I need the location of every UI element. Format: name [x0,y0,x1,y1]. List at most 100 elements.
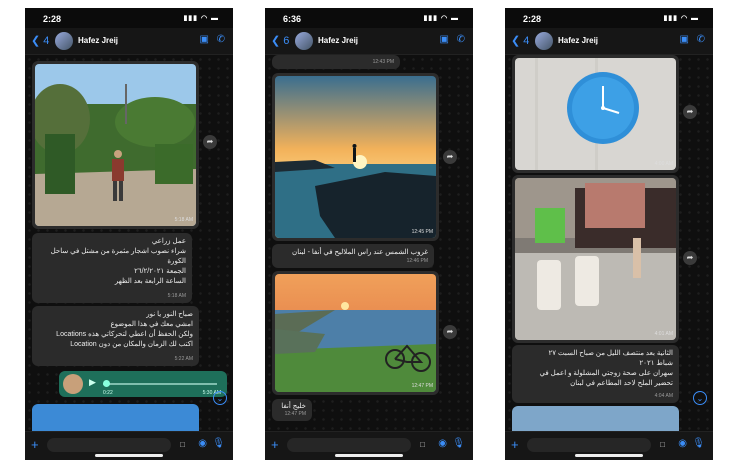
home-indicator [335,454,403,457]
avatar[interactable] [535,32,553,50]
scroll-down-icon[interactable]: ⌄ [213,391,227,405]
photo-man-in-garden-nursery[interactable] [35,64,196,226]
message-time: 4:01 AM [654,331,673,337]
image-message[interactable]: 12:45 PM [272,73,439,241]
contact-name[interactable]: Hafez Jreij [558,36,598,45]
text-message[interactable]: خليج أنفا 12:47 PM [272,399,312,421]
message-line: شراء نصوب اشجار مثمرة من مشتل في ساحل [50,248,186,255]
message-text: غروب الشمس عند راس الملاليح في أنفا - لب… [292,249,428,256]
text-message[interactable]: الثانية بعد منتصف الليل من صباح السبت ٢٧… [512,345,679,403]
message-line: سهران على صحة زوجتي المشلولة و اعمل في [539,370,673,377]
message-line: اكتب لك الزمان والمكان من دون Location [70,341,193,348]
sticker-icon[interactable]: □ [180,440,185,449]
phone-call-icon[interactable]: ✆ [697,34,705,45]
text-message[interactable]: عمل زراعي شراء نصوب اشجار مثمرة من مشتل … [32,233,192,303]
chat-header: ❮ 6 Hafez Jreij ▣ ✆ [265,28,473,55]
message-time: 12:47 PM [284,411,306,417]
contact-name[interactable]: Hafez Jreij [318,36,358,45]
microphone-icon[interactable]: 🎙︎ [692,438,705,449]
forward-icon[interactable]: ➦ [443,150,457,164]
chat-messages[interactable]: 4:00 AM ➦ 4:01 AM ➦ الثانية بعد منتصف ال… [505,55,713,432]
message-composer: + □ ◉ 🎙︎ [265,431,473,460]
camera-icon[interactable]: ◉ [678,438,687,449]
voice-message[interactable]: ▶ 0:22 5:30 AM [59,371,227,397]
message-input[interactable] [47,438,171,452]
chat-messages[interactable]: 5:18 AM ➦ عمل زراعي شراء نصوب اشجار مثمر… [25,55,233,432]
message-line: شباط ٢٠٢١ [639,360,673,367]
photo-sunset-cliff[interactable] [275,76,436,238]
video-call-icon[interactable]: ▣ [200,34,209,45]
message-time: 12:47 PM [411,383,433,389]
back-button[interactable]: ❮ 6 [271,34,289,47]
signal-wifi-battery-icon: ▮▮▮ ◠ ▬ [183,15,219,22]
play-icon[interactable]: ▶ [89,377,96,388]
unread-count: 6 [283,35,290,47]
scroll-down-icon[interactable]: ⌄ [693,391,707,405]
avatar [63,374,83,394]
avatar[interactable] [295,32,313,50]
back-chevron-icon: ❮ [511,35,521,47]
message-line: الكورة [167,258,186,265]
image-message[interactable] [512,406,679,432]
microphone-icon[interactable]: 🎙︎ [452,438,465,449]
chat-messages[interactable]: 12:43 PM 12:45 PM ➦ غروب الشمس عند راس ا… [265,55,473,432]
image-message[interactable]: 12:47 PM [272,271,439,395]
photo-bicycle-bay[interactable] [275,274,436,392]
phone-call-icon[interactable]: ✆ [217,34,225,45]
voice-progress-track[interactable] [103,383,217,385]
text-message[interactable]: 12:43 PM [272,55,400,69]
phone-screen-3: 2:28 ▮▮▮ ◠ ▬ ❮ 4 Hafez Jreij ▣ ✆ 4:00 AM… [505,8,713,460]
back-chevron-icon: ❮ [271,35,281,47]
back-button[interactable]: ❮ 4 [511,34,529,47]
contact-name[interactable]: Hafez Jreij [78,36,118,45]
sticker-icon[interactable]: □ [660,440,665,449]
image-message[interactable]: 4:01 AM [512,175,679,343]
unread-count: 4 [43,35,50,47]
forward-icon[interactable]: ➦ [683,105,697,119]
message-line: امشي معك في هذا الموضوع [110,321,193,328]
voice-scrubber[interactable] [103,380,110,387]
status-time: 6:36 [283,14,302,24]
message-time: 12:45 PM [411,229,433,235]
home-indicator [95,454,163,457]
message-time: 5:18 AM [167,293,186,299]
message-time: 4:04 AM [654,393,673,399]
message-line: الساعة الرابعة بعد الظهر [114,278,186,285]
message-line: الجمعة ٢٦/٢/٢٠٢١ [134,268,186,275]
forward-icon[interactable]: ➦ [443,325,457,339]
sticker-icon[interactable]: □ [420,440,425,449]
text-message[interactable]: غروب الشمس عند راس الملاليح في أنفا - لب… [272,244,434,268]
chat-header: ❮ 4 Hafez Jreij ▣ ✆ [505,28,713,55]
image-message[interactable]: 5:18 AM [32,61,199,229]
chat-header: ❮ 4 Hafez Jreij ▣ ✆ [25,28,233,55]
message-time: 12:43 PM [372,59,394,65]
camera-icon[interactable]: ◉ [438,438,447,449]
forward-icon[interactable]: ➦ [683,251,697,265]
message-input[interactable] [287,438,411,452]
voice-duration: 0:22 [103,390,113,396]
plus-icon[interactable]: + [271,437,279,452]
message-line: تحضير الملح لاحد المطاعم في لبنان [570,380,673,387]
plus-icon[interactable]: + [31,437,39,452]
avatar[interactable] [55,32,73,50]
text-message[interactable]: صباح النور يا نور امشي معك في هذا الموضو… [32,306,199,366]
back-button[interactable]: ❮ 4 [31,34,49,47]
microphone-icon[interactable]: 🎙︎ [212,438,225,449]
camera-icon[interactable]: ◉ [198,438,207,449]
video-call-icon[interactable]: ▣ [440,34,449,45]
image-message[interactable]: 4:00 AM [512,55,679,173]
message-line: صباح النور يا نور [146,311,193,318]
video-call-icon[interactable]: ▣ [680,34,689,45]
image-message[interactable] [32,404,199,432]
photo-living-room[interactable] [515,178,676,340]
photo-wall-clock[interactable] [515,58,676,170]
home-indicator [575,454,643,457]
message-input[interactable] [527,438,651,452]
signal-wifi-battery-icon: ▮▮▮ ◠ ▬ [423,15,459,22]
phone-call-icon[interactable]: ✆ [457,34,465,45]
plus-icon[interactable]: + [511,437,519,452]
message-time: 12:46 PM [406,258,428,264]
phone-screen-1: 2:28 ▮▮▮ ◠ ▬ ❮ 4 Hafez Jreij ▣ ✆ 5:18 AM… [25,8,233,460]
status-bar: 2:28 ▮▮▮ ◠ ▬ [505,8,713,28]
forward-icon[interactable]: ➦ [203,135,217,149]
